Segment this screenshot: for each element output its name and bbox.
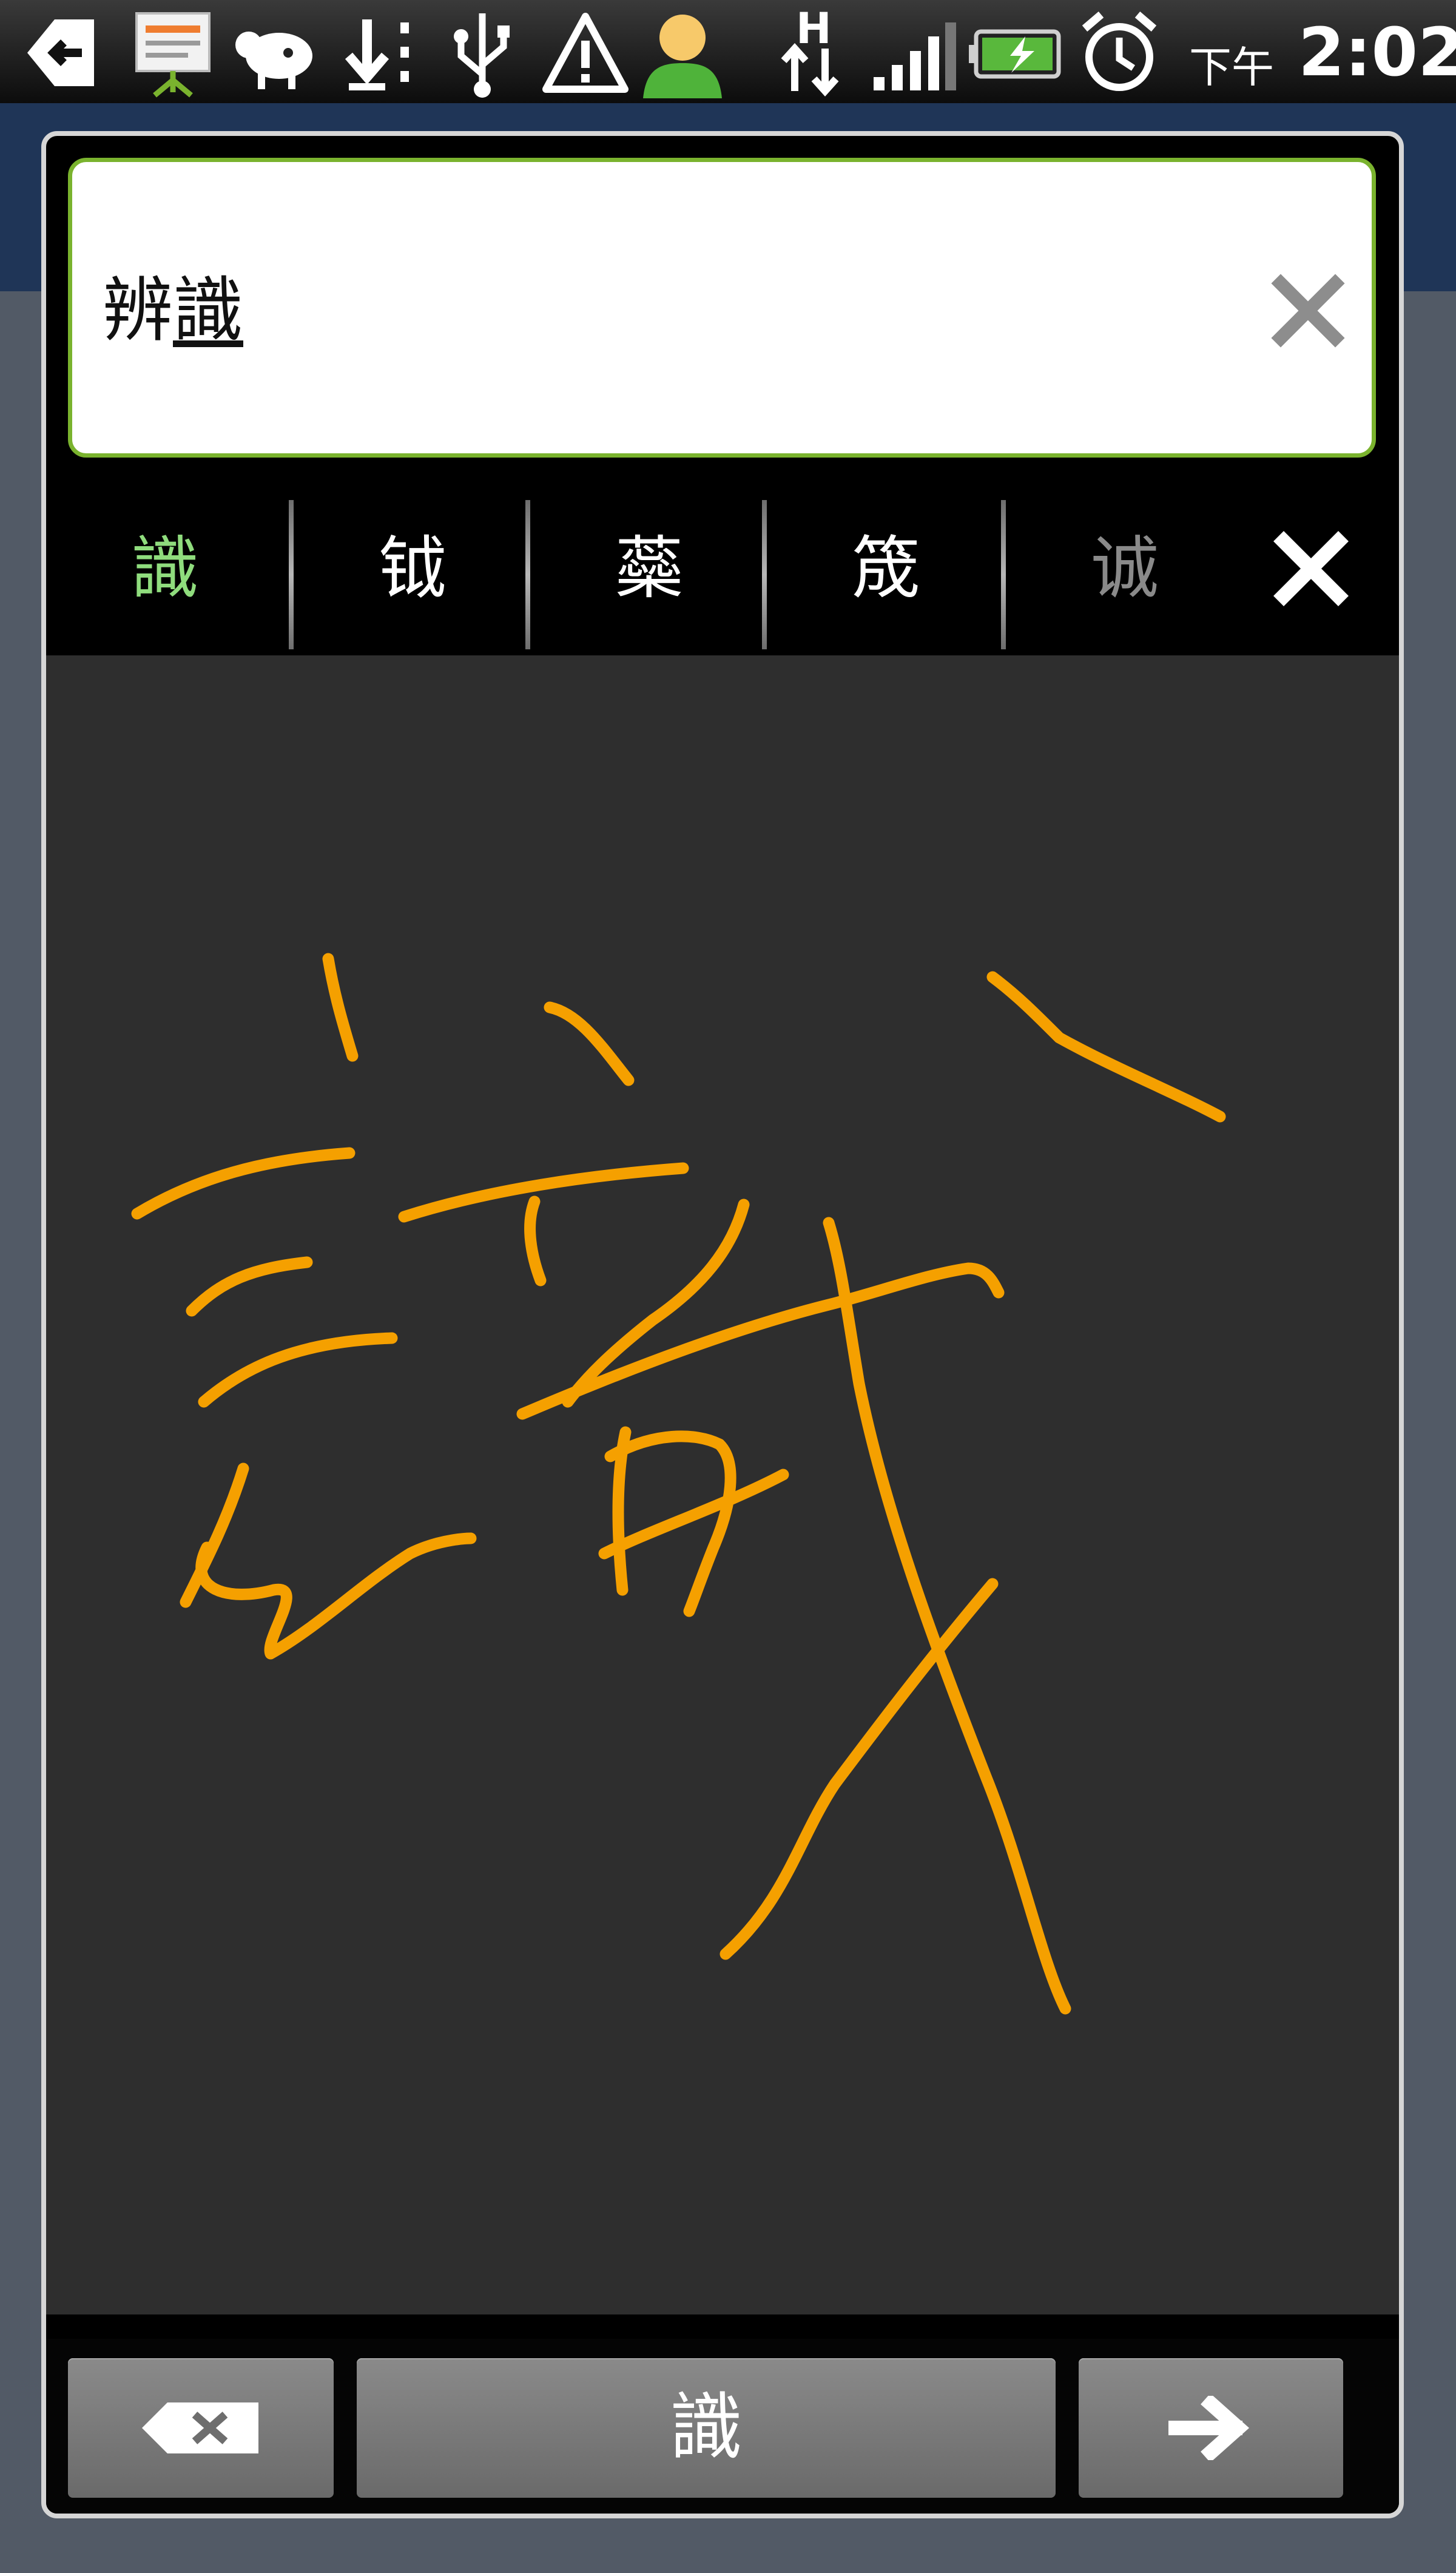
candidate-2[interactable]: 钺 [294, 482, 531, 655]
keyboard-bottom-bar: 識 [46, 2339, 1399, 2514]
backspace-icon [142, 2402, 258, 2453]
candidate-divider [762, 500, 767, 649]
candidate-bar: 識 钺 蘂 筬 诚 [46, 482, 1399, 655]
usb-icon [454, 13, 510, 98]
battery-icon [969, 29, 1061, 79]
status-time: 2:02 [1298, 13, 1456, 91]
download-icon [345, 19, 409, 90]
ink-stroke [195, 1532, 477, 1660]
candidate-3[interactable]: 蘂 [530, 482, 768, 655]
signal-icon [874, 22, 956, 90]
handwriting-input-dialog: 辨識 識 钺 蘂 筬 诚 識 [41, 131, 1404, 2518]
status-bar: H 下午 2:02 [0, 0, 1456, 103]
arrow-right-icon [1168, 2396, 1250, 2460]
presentation-icon [135, 12, 211, 98]
ink-stroke [186, 1256, 313, 1317]
candidate-divider [1001, 500, 1006, 649]
h-data-icon [781, 43, 839, 96]
committed-text: 辨 [103, 269, 173, 351]
ink-stroke [598, 1469, 789, 1560]
enter-button[interactable] [1079, 2358, 1343, 2498]
clear-x-icon[interactable] [1269, 271, 1347, 350]
ink-stroke [544, 1001, 635, 1086]
alarm-icon [1082, 12, 1157, 91]
candidate-divider [525, 500, 530, 649]
ink-stroke [322, 953, 359, 1062]
commit-button-label: 識 [670, 2385, 743, 2470]
animal-icon [235, 32, 312, 89]
candidate-5[interactable]: 诚 [1006, 482, 1244, 655]
warning-icon [542, 13, 629, 93]
composition-text: 辨識 [103, 271, 243, 350]
ink-stroke [198, 1332, 398, 1408]
ink-stroke [516, 1262, 1005, 1420]
ink-stroke [524, 1195, 547, 1286]
candidate-4[interactable]: 筬 [767, 482, 1005, 655]
candidate-divider [289, 500, 294, 649]
ink-stroke [562, 1199, 750, 1408]
commit-button[interactable]: 識 [357, 2358, 1056, 2498]
candidate-1[interactable]: 識 [46, 482, 284, 655]
composing-text: 識 [173, 269, 243, 351]
ink-stroke [131, 1147, 356, 1220]
back-icon [27, 19, 94, 86]
handwriting-ink [131, 953, 1226, 2015]
composition-text-field[interactable]: 辨識 [68, 158, 1376, 458]
user-icon [643, 15, 722, 98]
ink-stroke [823, 1217, 1071, 2015]
ink-stroke [986, 971, 1226, 1123]
close-icon[interactable] [1259, 482, 1363, 655]
ink-stroke [398, 1162, 689, 1223]
status-ampm: 下午 [1189, 42, 1274, 92]
ink-stroke [720, 1578, 999, 1960]
backspace-button[interactable] [68, 2358, 334, 2498]
handwriting-pad[interactable] [46, 655, 1399, 2314]
